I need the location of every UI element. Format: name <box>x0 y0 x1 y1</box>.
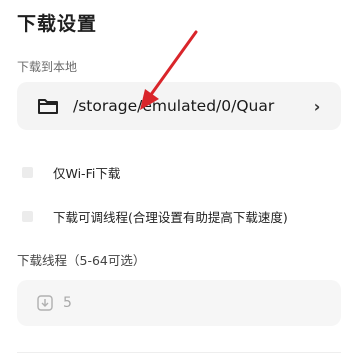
adjustable-threads-option[interactable]: 下载可调线程(合理设置有助提高下载速度) <box>22 207 288 226</box>
download-location-label: 下载到本地 <box>17 60 78 74</box>
threads-label: 下载线程（5-64可选） <box>17 253 146 268</box>
chevron-right-icon: › <box>313 96 321 116</box>
download-path-text: /storage/emulated/0/Quar <box>73 97 275 115</box>
threads-input[interactable]: 5 <box>17 280 341 326</box>
download-path-selector[interactable]: /storage/emulated/0/Quar › <box>17 82 341 130</box>
wifi-only-checkbox[interactable] <box>22 167 33 178</box>
threads-value: 5 <box>63 295 72 311</box>
download-icon <box>37 295 53 311</box>
wifi-only-option[interactable]: 仅Wi-Fi下载 <box>22 163 120 182</box>
adjustable-threads-checkbox[interactable] <box>22 211 33 222</box>
folder-icon <box>38 99 58 114</box>
adjustable-threads-label: 下载可调线程(合理设置有助提高下载速度) <box>53 210 288 225</box>
page-title: 下载设置 <box>17 13 98 35</box>
wifi-only-label: 仅Wi-Fi下载 <box>53 166 121 181</box>
